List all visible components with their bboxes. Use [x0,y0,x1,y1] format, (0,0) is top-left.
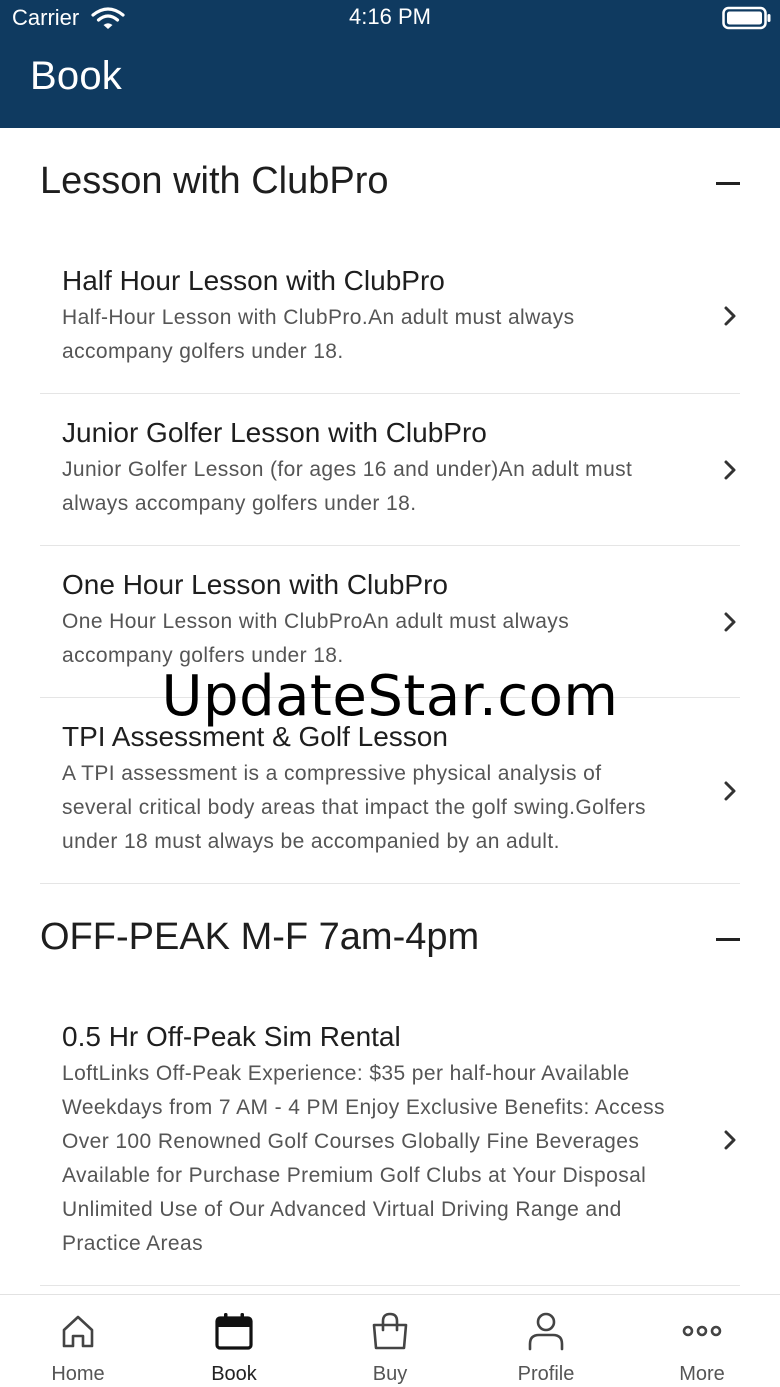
desc-line: Practice Areas [62,1232,203,1255]
status-time: 4:16 PM [349,4,431,29]
shopping-bag-icon [372,1312,408,1350]
desc-line: One Hour Lesson with ClubProAn adult mus… [62,610,570,633]
item-title: One Hour Lesson with ClubPro [62,569,448,600]
tab-bar: Home Book Buy Profile More [0,1294,780,1387]
chevron-right-icon [724,460,736,479]
status-bar: Carrier 4:16 PM [0,0,780,36]
desc-line: under 18 must always be accompanied by a… [62,830,560,853]
desc-line: Over 100 Renowned Golf Courses Globally … [62,1130,640,1153]
desc-line: Unlimited Use of Our Advanced Virtual Dr… [62,1198,622,1221]
item-description: Half-Hour Lesson with ClubPro.An adult m… [62,301,684,369]
app-header: Carrier 4:16 PM Book [0,0,780,128]
section-header[interactable]: Lesson with ClubPro [0,128,780,238]
section-title: OFF-PEAK M-F 7am-4pm [40,916,480,958]
tab-label: Profile [517,1363,575,1385]
section-title: Lesson with ClubPro [40,160,389,202]
tab-label: Home [51,1363,105,1385]
tab-label: Book [211,1363,257,1385]
desc-line: accompany golfers under 18. [62,340,344,363]
item-title: Junior Golfer Lesson with ClubPro [62,417,487,448]
item-description: Junior Golfer Lesson (for ages 16 and un… [62,453,684,521]
desc-line: Junior Golfer Lesson (for ages 16 and un… [62,458,633,481]
item-title: 0.5 Hr Off-Peak Sim Rental [62,1021,401,1052]
tab-more[interactable]: More [624,1295,780,1387]
item-description: A TPI assessment is a compressive physic… [62,757,684,859]
chevron-right-icon [724,306,736,325]
desc-line: Weekdays from 7 AM - 4 PM Enjoy Exclusiv… [62,1096,665,1119]
watermark-text: UpdateStar.com [161,664,619,729]
calendar-icon [215,1313,253,1350]
person-icon [528,1312,564,1351]
tab-book[interactable]: Book [156,1295,312,1387]
desc-line: LoftLinks Off-Peak Experience: $35 per h… [62,1062,630,1085]
section-off-peak: OFF-PEAK M-F 7am-4pm 0.5 Hr Off-Peak Sim… [0,884,780,1286]
item-title: Half Hour Lesson with ClubPro [62,265,445,296]
desc-line: several critical body areas that impact … [62,796,646,819]
chevron-right-icon [724,1130,736,1149]
tab-profile[interactable]: Profile [468,1295,624,1387]
battery-icon [722,6,771,30]
list-item[interactable]: Junior Golfer Lesson with ClubPro Junior… [40,394,740,546]
home-icon [62,1315,94,1348]
desc-line: Half-Hour Lesson with ClubPro.An adult m… [62,306,575,329]
page-title: Book [30,54,122,98]
section-lesson-clubpro: Lesson with ClubPro Half Hour Lesson wit… [0,128,780,884]
collapse-icon[interactable] [716,938,740,941]
tab-home[interactable]: Home [0,1295,156,1387]
chevron-right-icon [724,612,736,631]
chevron-right-icon [724,781,736,800]
list-item[interactable]: Half Hour Lesson with ClubPro Half-Hour … [40,238,740,394]
collapse-icon[interactable] [716,182,740,185]
tab-buy[interactable]: Buy [312,1295,468,1387]
section-header[interactable]: OFF-PEAK M-F 7am-4pm [0,884,780,994]
desc-line: always accompany golfers under 18. [62,492,417,515]
desc-line: A TPI assessment is a compressive physic… [62,762,602,785]
desc-line: Available for Purchase Premium Golf Club… [62,1164,647,1187]
tab-label: Buy [372,1363,408,1385]
tab-label: More [679,1363,725,1385]
item-description: LoftLinks Off-Peak Experience: $35 per h… [62,1057,684,1261]
more-dots-icon [682,1325,722,1337]
list-item[interactable]: 0.5 Hr Off-Peak Sim Rental LoftLinks Off… [40,994,740,1286]
item-description: One Hour Lesson with ClubProAn adult mus… [62,605,684,673]
